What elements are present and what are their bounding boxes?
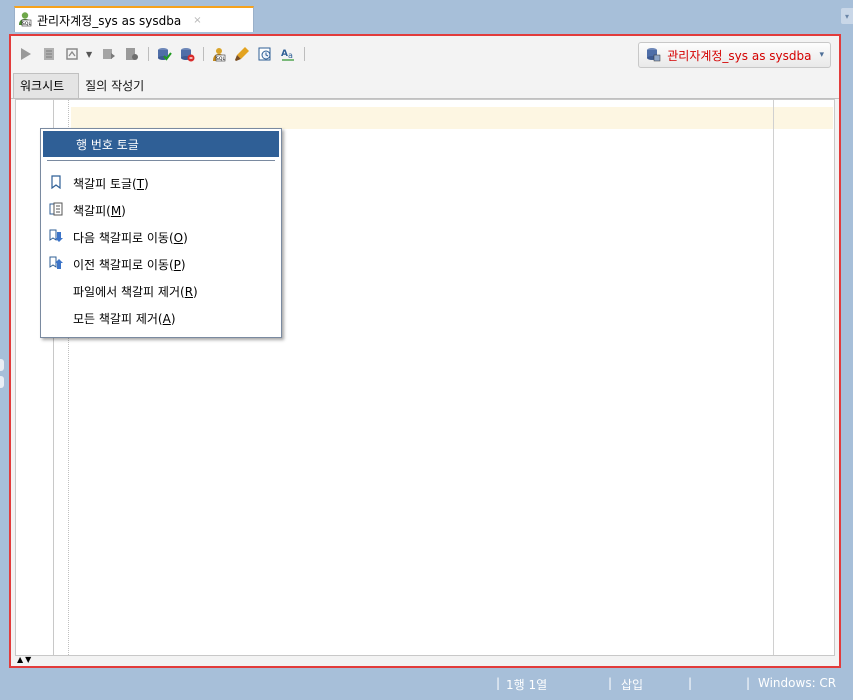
menu-item-toggle-line-numbers[interactable]: 행 번호 토글 [43, 131, 279, 157]
menu-separator [47, 160, 275, 161]
menu-item-previous-bookmark[interactable]: 이전 책갈피로 이동(P) [43, 251, 279, 277]
menu-item-next-bookmark[interactable]: 다음 책갈피로 이동(O) [43, 224, 279, 250]
tab-worksheet[interactable]: 워크시트 [13, 73, 80, 98]
status-separator: | [608, 676, 613, 690]
database-connection-icon [645, 46, 661, 65]
menu-item-bookmarks[interactable]: 책갈피(M) [43, 197, 279, 223]
status-separator: | [496, 676, 501, 690]
worksheet-subtabs: 워크시트 질의 작성기 [11, 73, 839, 99]
status-edit-mode: 삽입 [621, 678, 644, 692]
gutter-context-menu: 행 번호 토글 책갈피 토글(T) 책갈피(M) 다음 책갈피로 이동(O) 이… [40, 128, 282, 338]
toolbar-separator [203, 47, 204, 61]
rollback-icon[interactable] [178, 46, 195, 63]
tab-query-builder[interactable]: 질의 작성기 [79, 74, 158, 98]
explain-plan-icon[interactable] [100, 46, 117, 63]
run-script-icon[interactable] [40, 46, 57, 63]
toolbar-separator [304, 47, 305, 61]
tab-list-dropdown-icon[interactable]: ▾ [841, 8, 853, 24]
menu-item-remove-bookmarks-from-file[interactable]: 파일에서 책갈피 제거(R) [43, 278, 279, 304]
bookmark-icon [51, 175, 61, 189]
next-bookmark-icon [49, 229, 63, 242]
sql-history-icon[interactable] [256, 46, 273, 63]
status-caret-position: 1행 1열 [506, 678, 548, 692]
sql-worksheet-icon: SQL [17, 11, 33, 30]
format-icon[interactable]: Aa [279, 46, 296, 63]
right-margin-guide [773, 100, 774, 655]
svg-text:SQL: SQL [216, 56, 225, 62]
window-chrome-left [0, 34, 9, 668]
menu-item-toggle-bookmark[interactable]: 책갈피 토글(T) [43, 170, 279, 196]
window-chrome-right [841, 0, 853, 700]
menu-item-remove-all-bookmarks[interactable]: 모든 책갈피 제거(A) [43, 305, 279, 331]
svg-text:SQL: SQL [22, 21, 31, 27]
status-line-ending: Windows: CR [758, 676, 837, 690]
editor-tab-label: 관리자계정_sys as sysdba [37, 13, 182, 28]
editor-bottom-bar: ▲ ▼ [15, 655, 835, 664]
unshared-worksheet-icon[interactable]: SQL [210, 46, 227, 63]
connection-select[interactable]: 관리자계정_sys as sysdba ▾ [638, 42, 831, 68]
autotrace-icon[interactable] [63, 46, 80, 63]
status-separator: | [746, 676, 751, 690]
autotrace-dropdown-icon[interactable]: ▼ [86, 50, 94, 59]
scroll-up-icon[interactable]: ▲ [17, 655, 23, 664]
status-bar: | 1행 1열 | 삽입 | | Windows: CR [0, 668, 853, 700]
svg-text:A: A [281, 49, 288, 59]
side-panel-handle[interactable] [0, 359, 4, 371]
svg-text:a: a [288, 51, 293, 60]
worksheet-toolbar: ▼ SQL Aa 관리자계정_sys as sysdba ▾ [11, 36, 839, 72]
connection-label: 관리자계정_sys as sysdba [667, 48, 812, 63]
previous-bookmark-icon [49, 256, 63, 269]
bookmarks-list-icon [49, 202, 63, 216]
status-separator: | [688, 676, 693, 690]
commit-icon[interactable] [155, 46, 172, 63]
editor-tab[interactable]: SQL 관리자계정_sys as sysdba × [14, 6, 254, 32]
chevron-down-icon: ▾ [819, 50, 824, 60]
clear-icon[interactable] [233, 46, 250, 63]
close-icon[interactable]: × [193, 15, 201, 26]
current-line-highlight [71, 107, 833, 129]
side-panel-handle[interactable] [0, 376, 4, 388]
sql-tuning-icon[interactable] [123, 46, 140, 63]
scroll-down-icon[interactable]: ▼ [25, 655, 31, 664]
run-statement-icon[interactable] [17, 46, 34, 63]
toolbar-separator [148, 47, 149, 61]
